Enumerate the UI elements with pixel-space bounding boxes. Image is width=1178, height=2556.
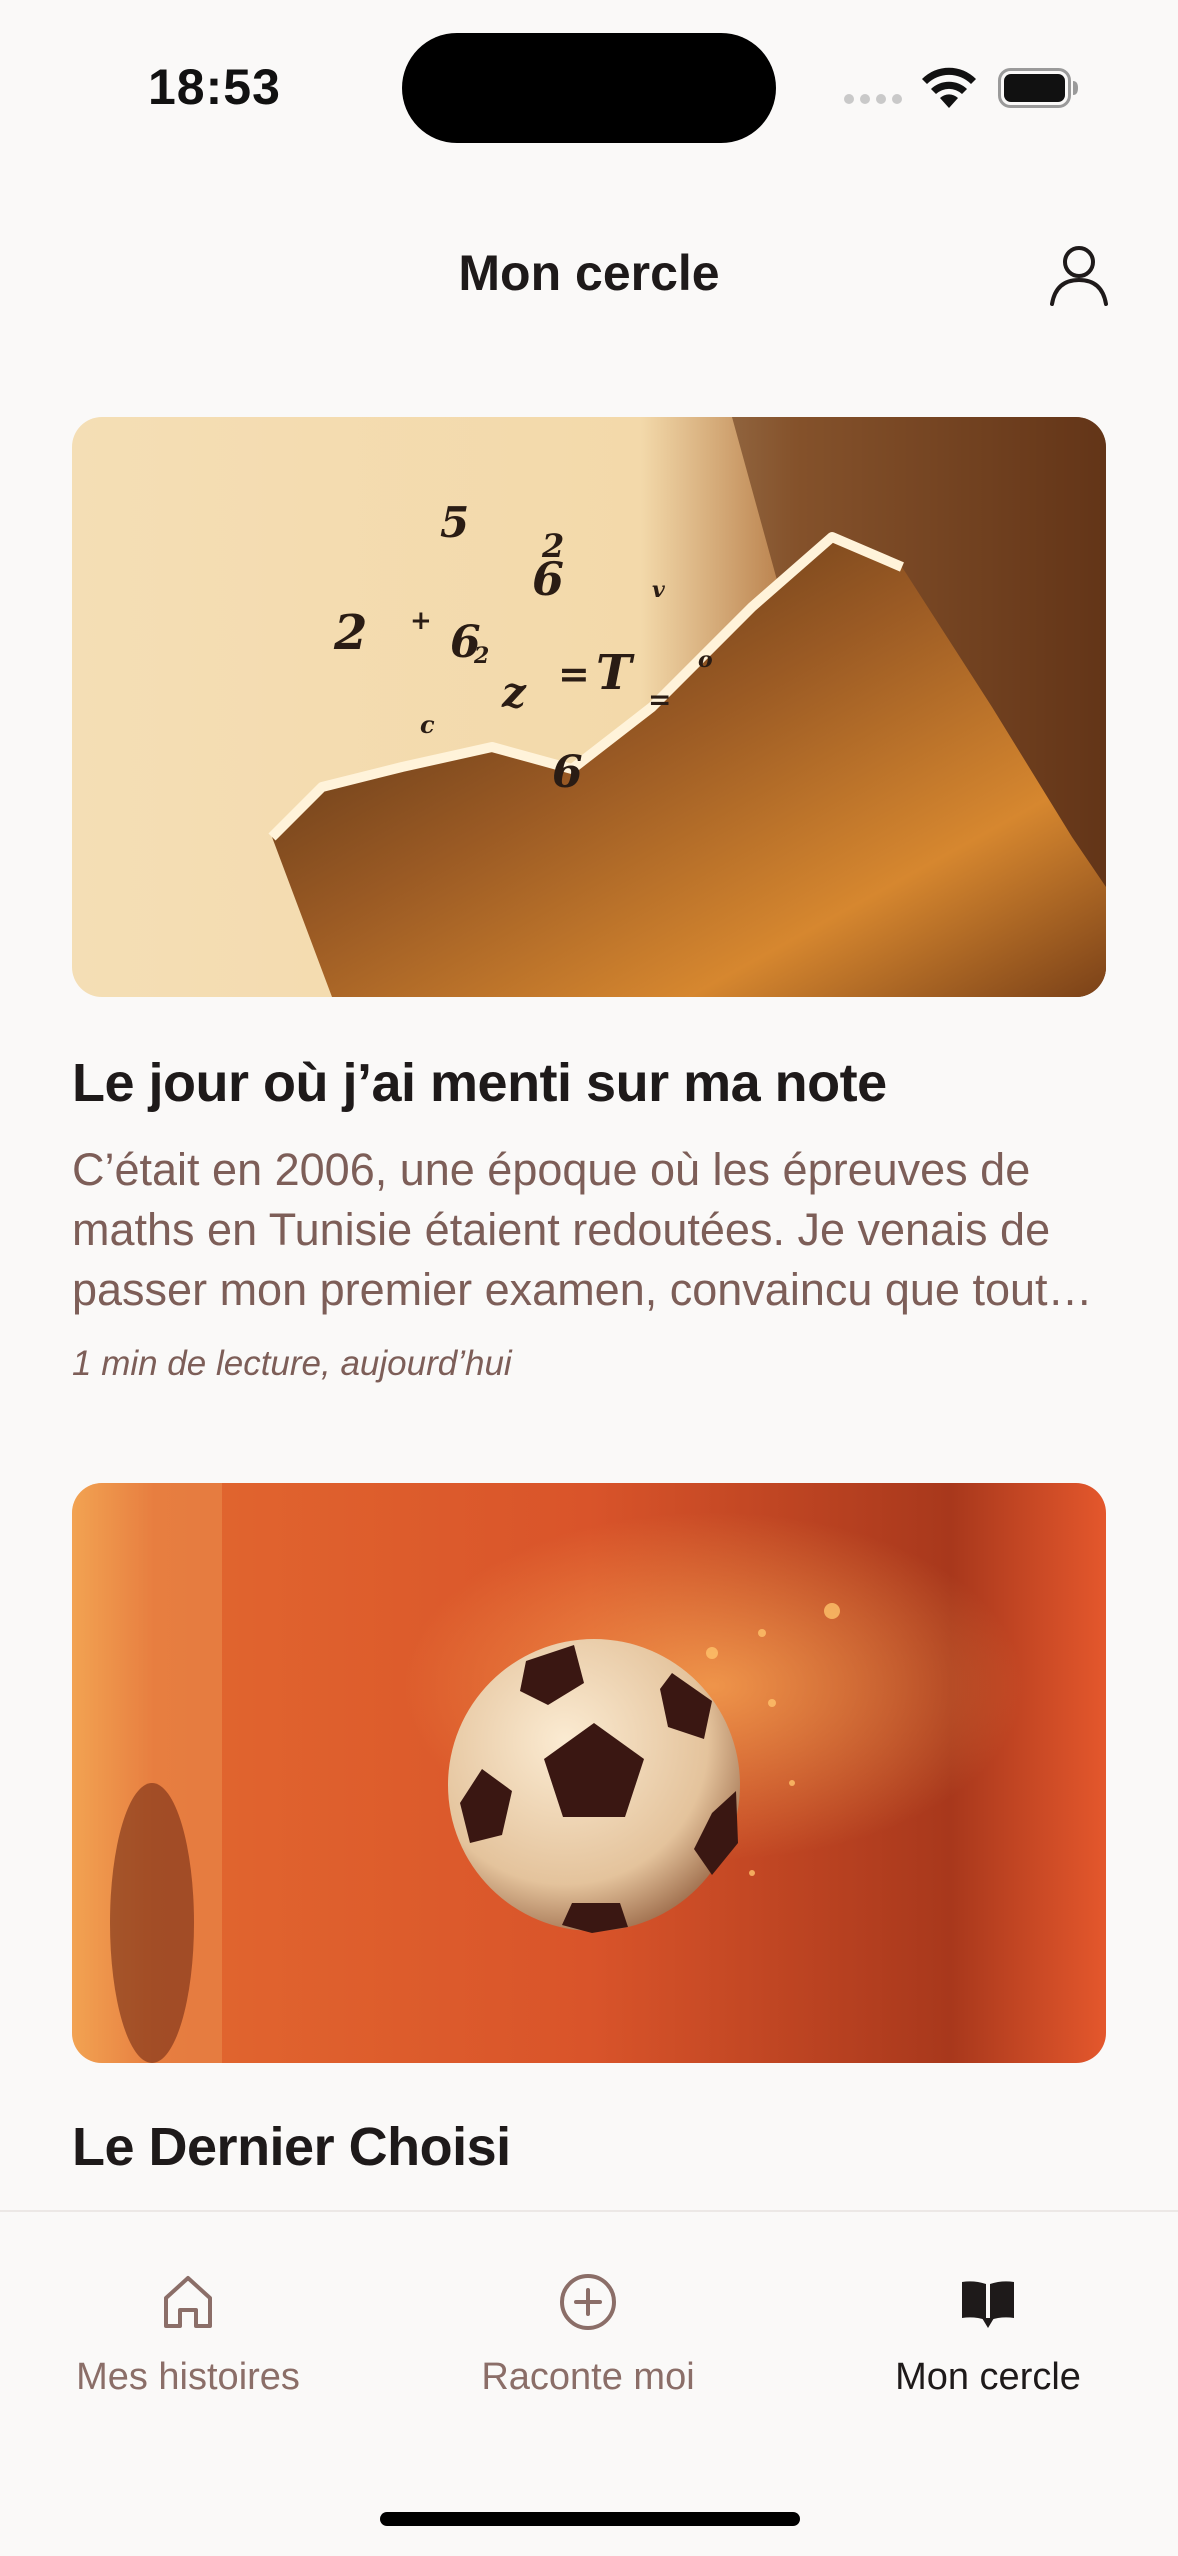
svg-text:v: v (652, 577, 665, 603)
status-time: 18:53 (148, 59, 281, 115)
torn-paper-math-illustration: 5 2 6 v 2 + 6 2 z = T = o c 6 (72, 417, 1106, 997)
battery-icon (998, 68, 1078, 108)
svg-text:o: o (698, 647, 713, 673)
profile-button[interactable] (1046, 242, 1112, 308)
story-excerpt: C’était en 2006, une époque où les épreu… (72, 1144, 1051, 1315)
plus-circle-icon (560, 2274, 616, 2330)
nav-item-raconte-moi[interactable]: Raconte moi (438, 2270, 738, 2399)
svg-text:c: c (420, 710, 435, 739)
bottom-navigation: Mes histoires Raconte moi Mon cercle (0, 2210, 1178, 2556)
home-icon (164, 2276, 212, 2328)
nav-label: Mon cercle (895, 2356, 1081, 2398)
svg-text:T: T (596, 645, 635, 701)
story-title[interactable]: Le Dernier Choisi (72, 2116, 1112, 2178)
svg-text:=: = (558, 651, 590, 696)
mon-cercle-screen: 18:53 Mon cercle 5 2 6 v 2 + 6 2 z = T =… (0, 0, 1178, 2556)
svg-text:+: + (410, 606, 432, 636)
svg-text:5: 5 (440, 498, 469, 547)
wifi-icon (922, 67, 976, 108)
svg-text:6: 6 (532, 552, 564, 606)
soccer-ball-illustration (72, 1483, 1106, 2063)
person-icon (1050, 246, 1108, 306)
nav-label: Mes histoires (76, 2356, 300, 2398)
open-book-icon (962, 2281, 1014, 2328)
page-title: Mon cercle (458, 245, 720, 301)
story-cover-image[interactable] (72, 1483, 1106, 2063)
svg-text:2: 2 (333, 605, 367, 661)
story-meta: 1 min de lecture, aujourd’hui (72, 1344, 512, 1383)
story-title[interactable]: Le jour où j’ai menti sur ma note (72, 1052, 1112, 1114)
nav-item-mon-cercle[interactable]: Mon cercle (838, 2270, 1138, 2399)
svg-text:=: = (648, 683, 671, 716)
dynamic-island (402, 33, 776, 143)
svg-text:2: 2 (473, 643, 489, 669)
cellular-signal-icon (844, 94, 902, 104)
nav-label: Raconte moi (481, 2356, 695, 2398)
nav-item-mes-histoires[interactable]: Mes histoires (38, 2270, 338, 2399)
svg-text:z: z (501, 668, 527, 717)
svg-text:6: 6 (552, 747, 583, 798)
home-indicator[interactable] (380, 2512, 800, 2526)
story-cover-image[interactable]: 5 2 6 v 2 + 6 2 z = T = o c 6 (72, 417, 1106, 997)
